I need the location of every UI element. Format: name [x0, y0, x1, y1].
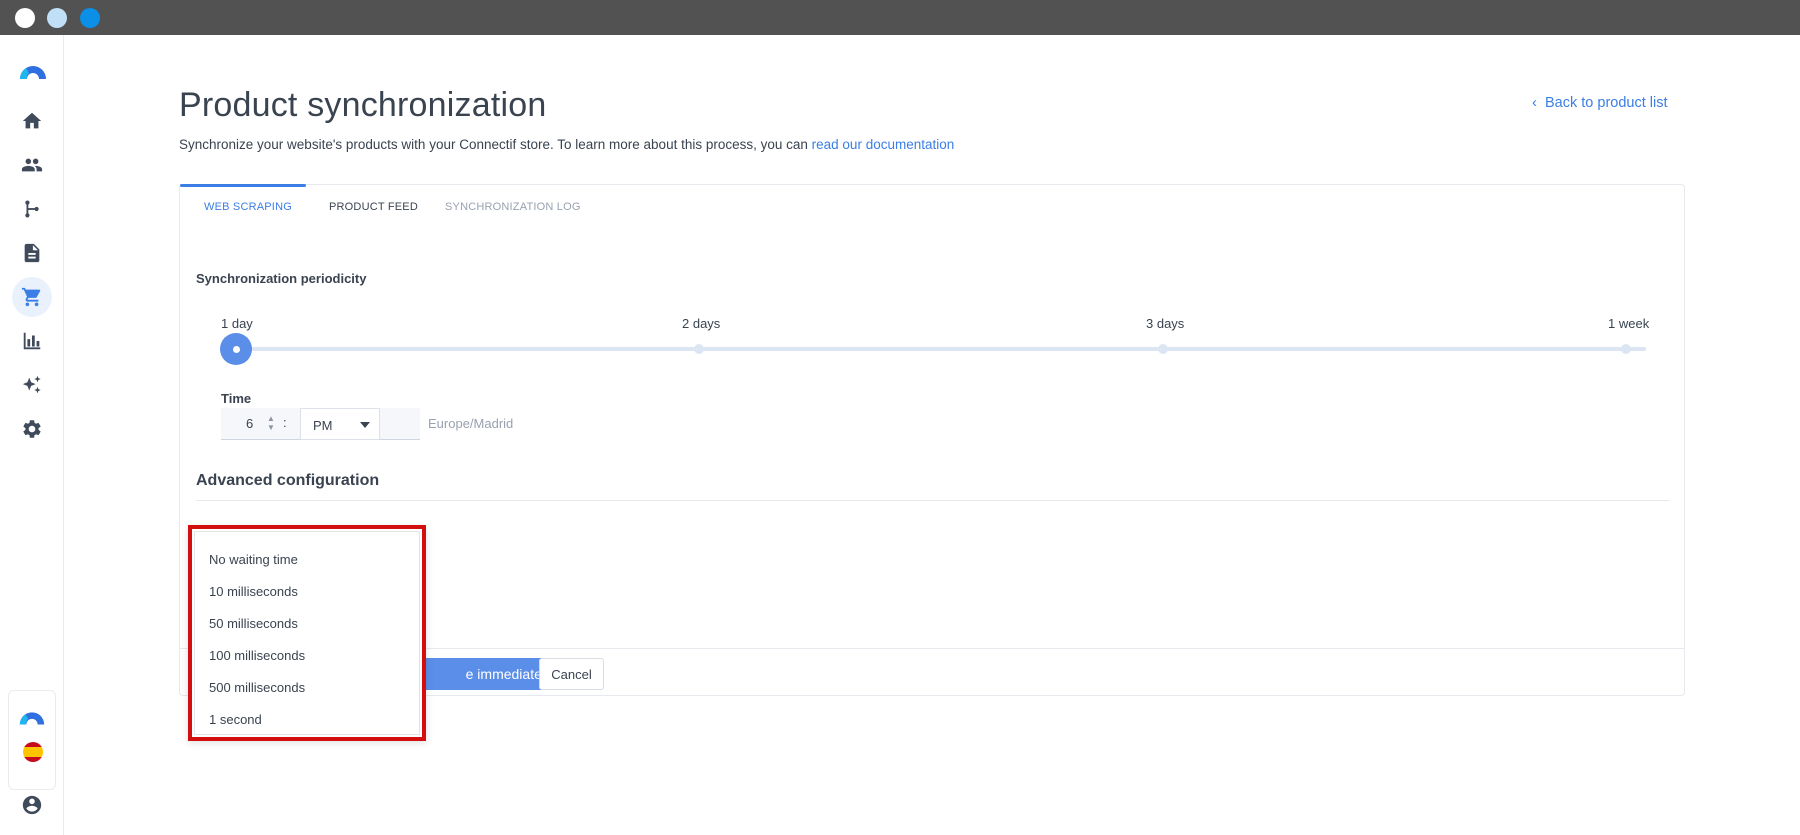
documentation-link[interactable]: read our documentation: [812, 137, 955, 152]
slider-option-1-day: 1 day: [221, 316, 253, 331]
window-close-button[interactable]: [15, 8, 35, 28]
home-icon: [22, 112, 42, 129]
tab-synchronization-log[interactable]: SYNCHRONIZATION LOG: [445, 201, 581, 213]
sidebar-item-products[interactable]: [12, 277, 52, 317]
periodicity-label: Synchronization periodicity: [196, 271, 367, 286]
cart-icon: [21, 287, 41, 307]
periodicity-slider-track[interactable]: [236, 347, 1646, 351]
tab-web-scraping[interactable]: WEB SCRAPING: [204, 201, 292, 213]
wait-time-dropdown: No waiting time 10 milliseconds 50 milli…: [188, 525, 426, 741]
account-logo[interactable]: [17, 702, 47, 732]
dropdown-list: No waiting time 10 milliseconds 50 milli…: [194, 531, 420, 735]
back-link-label: Back to product list: [1545, 94, 1668, 111]
cancel-button[interactable]: Cancel: [539, 658, 604, 690]
slider-tick[interactable]: [1621, 344, 1631, 354]
timezone-label: Europe/Madrid: [428, 416, 514, 431]
sidebar-item-ai[interactable]: [12, 365, 52, 405]
dropdown-option[interactable]: 500 milliseconds: [209, 680, 305, 695]
chevron-left-icon: ‹: [1532, 94, 1537, 111]
slider-option-2-days: 2 days: [682, 316, 721, 331]
connectif-logo[interactable]: [17, 55, 49, 87]
sidebar-item-settings[interactable]: [12, 409, 52, 449]
workflow-icon: [25, 200, 39, 218]
user-profile-button[interactable]: [12, 785, 52, 825]
tab-product-feed[interactable]: PRODUCT FEED: [329, 201, 418, 213]
dropdown-option[interactable]: No waiting time: [209, 552, 298, 567]
ampm-value: PM: [313, 418, 333, 433]
time-label: Time: [221, 391, 252, 406]
gear-icon: [23, 420, 41, 438]
dropdown-option[interactable]: 100 milliseconds: [209, 648, 305, 663]
advanced-configuration-title: Advanced configuration: [196, 472, 380, 489]
time-separator: :: [283, 415, 287, 430]
sidebar-item-home[interactable]: [12, 101, 52, 141]
dropdown-option[interactable]: 50 milliseconds: [209, 616, 298, 631]
page-subtitle: Synchronize your website's products with…: [179, 137, 954, 152]
ampm-select[interactable]: PM: [300, 408, 380, 440]
people-icon: [21, 158, 43, 172]
bar-chart-icon: [23, 332, 41, 350]
sidebar-item-content[interactable]: [12, 233, 52, 273]
subtitle-text: Synchronize your website's products with…: [179, 137, 812, 152]
user-icon: [22, 795, 42, 815]
hour-input[interactable]: 6: [246, 416, 253, 431]
page-title: Product synchronization: [179, 86, 547, 124]
dropdown-option[interactable]: 10 milliseconds: [209, 584, 298, 599]
document-icon: [24, 243, 40, 263]
sparkles-icon: [22, 375, 41, 394]
slider-tick[interactable]: [694, 344, 704, 354]
active-tab-indicator: [180, 184, 306, 187]
sidebar-item-contacts[interactable]: [12, 145, 52, 185]
window-titlebar: [0, 0, 1800, 35]
periodicity-slider-thumb[interactable]: [220, 333, 252, 365]
caret-down-icon: [360, 422, 370, 428]
slider-option-3-days: 3 days: [1146, 316, 1185, 331]
divider: [196, 500, 1670, 501]
slider-tick[interactable]: [1158, 344, 1168, 354]
window-maximize-button[interactable]: [80, 8, 100, 28]
sidebar: [0, 35, 64, 835]
back-to-product-list-link[interactable]: ‹ Back to product list: [1532, 94, 1668, 111]
tabs: WEB SCRAPING PRODUCT FEED SYNCHRONIZATIO…: [180, 184, 1684, 235]
sidebar-item-reports[interactable]: [12, 321, 52, 361]
dropdown-option[interactable]: 1 second: [209, 712, 262, 727]
hour-stepper[interactable]: ▲ ▼: [266, 414, 276, 432]
sidebar-item-workflows[interactable]: [12, 189, 52, 229]
window-minimize-button[interactable]: [47, 8, 67, 28]
language-flag-icon[interactable]: [23, 742, 43, 762]
slider-option-1-week: 1 week: [1608, 316, 1650, 331]
